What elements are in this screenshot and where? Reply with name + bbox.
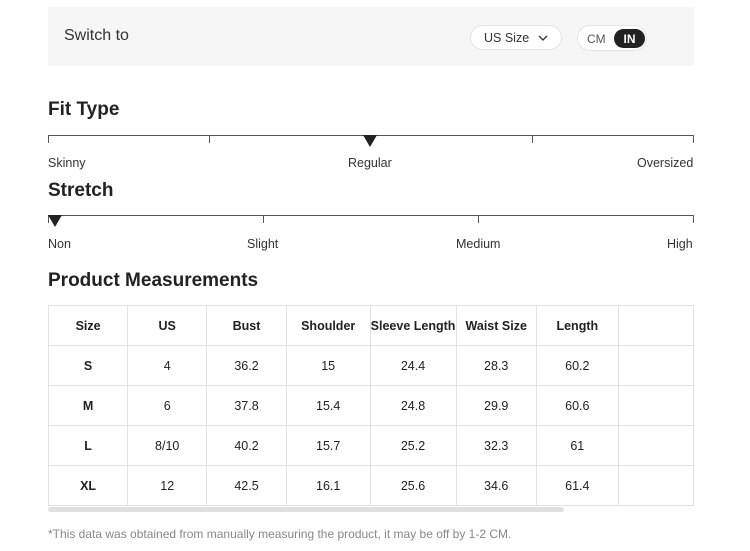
- measurements-table-container[interactable]: Size US Bust Shoulder Sleeve Length Wais…: [48, 305, 694, 507]
- table-cell: 12: [127, 465, 208, 506]
- table-cell: 61: [535, 425, 619, 466]
- header-waist-size: Waist Size: [455, 305, 537, 346]
- table-cell: [617, 425, 694, 466]
- table-cell: 25.2: [369, 425, 457, 466]
- table-horizontal-scrollbar[interactable]: [48, 507, 564, 512]
- table-cell: 60.6: [535, 385, 619, 426]
- table-cell: 28.3: [455, 345, 537, 386]
- table-cell: 15.7: [285, 425, 371, 466]
- table-row: XL 12 42.5 16.1 25.6 34.6 61.4: [48, 465, 694, 506]
- fit-type-title: Fit Type: [48, 99, 120, 120]
- table-cell: 34.6: [455, 465, 537, 506]
- stretch-label-high: High: [667, 237, 693, 251]
- table-cell: 37.8: [206, 385, 287, 426]
- stretch-title: Stretch: [48, 180, 114, 201]
- table-cell: 40.2: [206, 425, 287, 466]
- table-row: L 8/10 40.2 15.7 25.2 32.3 61: [48, 425, 694, 466]
- header-overflow: [617, 305, 694, 346]
- table-cell: 32.3: [455, 425, 537, 466]
- table-cell: [617, 385, 694, 426]
- header-size: Size: [48, 305, 129, 346]
- table-cell: 6: [127, 385, 208, 426]
- stretch-label-non: Non: [48, 237, 71, 251]
- table-cell: 8/10: [127, 425, 208, 466]
- fit-type-scale: [48, 135, 694, 149]
- size-system-value: US Size: [484, 30, 530, 45]
- table-cell: 15: [285, 345, 371, 386]
- stretch-label-slight: Slight: [247, 237, 279, 251]
- chevron-down-icon: [538, 35, 548, 41]
- table-cell: 61.4: [535, 465, 619, 506]
- fit-label-skinny: Skinny: [48, 156, 86, 170]
- table-cell: 15.4: [285, 385, 371, 426]
- table-cell: [617, 465, 694, 506]
- stretch-label-medium: Medium: [456, 237, 501, 251]
- table-cell: 42.5: [206, 465, 287, 506]
- table-cell: 60.2: [535, 345, 619, 386]
- stretch-marker: [48, 215, 62, 227]
- table-cell: 25.6: [369, 465, 457, 506]
- header-bust: Bust: [206, 305, 287, 346]
- unit-toggle[interactable]: CM IN: [577, 25, 647, 51]
- table-cell: XL: [48, 465, 129, 506]
- header-shoulder: Shoulder: [285, 305, 371, 346]
- table-cell: M: [48, 385, 129, 426]
- table-cell: 36.2: [206, 345, 287, 386]
- measurements-table: Size US Bust Shoulder Sleeve Length Wais…: [48, 305, 694, 506]
- size-switch-bar: Switch to US Size CM IN: [48, 7, 694, 66]
- fit-label-oversized: Oversized: [637, 156, 694, 170]
- header-length: Length: [535, 305, 619, 346]
- unit-in-option[interactable]: IN: [614, 29, 645, 48]
- fit-type-marker: [363, 135, 377, 147]
- table-row: S 4 36.2 15 24.4 28.3 60.2: [48, 345, 694, 386]
- table-cell: 24.8: [369, 385, 457, 426]
- measurement-disclaimer: *This data was obtained from manually me…: [48, 527, 512, 541]
- switch-label: Switch to: [64, 27, 129, 44]
- stretch-scale: [48, 215, 694, 229]
- table-row: M 6 37.8 15.4 24.8 29.9 60.6: [48, 385, 694, 426]
- fit-label-regular: Regular: [348, 156, 392, 170]
- table-cell: 4: [127, 345, 208, 386]
- size-system-select[interactable]: US Size: [470, 25, 562, 50]
- table-cell: S: [48, 345, 129, 386]
- unit-cm-option[interactable]: CM: [587, 32, 606, 46]
- table-header-row: Size US Bust Shoulder Sleeve Length Wais…: [48, 305, 694, 346]
- table-cell: L: [48, 425, 129, 466]
- table-cell: [617, 345, 694, 386]
- header-us: US: [127, 305, 208, 346]
- measurements-title: Product Measurements: [48, 270, 259, 291]
- header-sleeve-length: Sleeve Length: [369, 305, 457, 346]
- table-cell: 29.9: [455, 385, 537, 426]
- table-cell: 24.4: [369, 345, 457, 386]
- table-cell: 16.1: [285, 465, 371, 506]
